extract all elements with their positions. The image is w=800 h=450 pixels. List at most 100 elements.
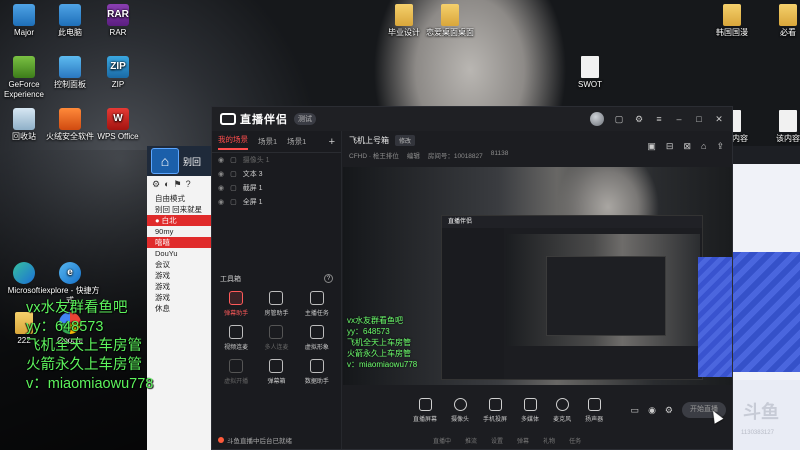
message-icon[interactable]: ▢ <box>614 114 624 125</box>
list-item[interactable]: 游戏 <box>147 281 215 292</box>
visibility-icon[interactable]: ◉ <box>648 405 656 416</box>
maximize-icon[interactable]: □ <box>694 114 704 124</box>
preview-overlay-text: vx水友群看鱼吧 yy：648573 飞机全天上车房管 火箭永久上车房管 v：miaom… <box>347 315 417 370</box>
lock-icon[interactable]: ▢ <box>230 198 237 206</box>
tab-scene[interactable]: 场景1 <box>258 136 277 147</box>
edit-category-link[interactable]: 编辑 <box>407 150 420 160</box>
desktop-icon[interactable]: SWOT <box>558 56 622 90</box>
desktop-icon-label: RAR <box>109 28 127 37</box>
header-action-icon[interactable]: ⌂ <box>701 141 706 152</box>
toolbox-item[interactable]: 数据助手 <box>297 359 337 385</box>
close-icon[interactable]: ✕ <box>714 114 724 125</box>
header-action-icon[interactable]: ▣ <box>647 141 656 152</box>
folder-icon <box>723 4 741 26</box>
home-icon[interactable]: ⌂ <box>151 148 179 174</box>
list-item[interactable]: DouYu <box>147 248 215 259</box>
toolbox-item[interactable]: 房管助手 <box>256 291 296 317</box>
control-label: 手机投屏 <box>483 416 508 423</box>
toolbox-item[interactable]: 多人连麦 <box>256 325 296 351</box>
source-control-button[interactable]: 直播屏幕 <box>413 397 437 423</box>
room-category[interactable]: CFHD · 枪王排位 <box>349 150 399 160</box>
gear-icon[interactable]: ⚙ <box>665 405 673 416</box>
desktop-icon[interactable]: W WPS Office <box>86 108 150 142</box>
source-control-button[interactable]: 扬声器 <box>585 397 603 423</box>
preview-overlay-line: yy：648573 <box>347 327 390 336</box>
desktop-icon[interactable]: 恋爱桌面桌面 <box>418 4 482 38</box>
footer-item[interactable]: 弹幕 <box>517 436 529 445</box>
right-background-window[interactable]: 斗鱼 1130383127 <box>733 146 800 450</box>
stream-preview[interactable]: 直播伴侣 vx水友群看鱼吧 yy：648573 飞机全天上车房管 火箭永久上车房管 v：… <box>343 167 732 385</box>
folder-icon <box>395 4 413 26</box>
list-item[interactable]: 会议 <box>147 259 215 270</box>
list-item[interactable]: 休息 <box>147 303 215 314</box>
desktop-icon[interactable]: RAR RAR <box>86 4 150 38</box>
lock-icon[interactable]: ▢ <box>230 184 237 192</box>
desktop-icon-label: 必看 <box>780 28 796 37</box>
toolbox-item[interactable]: 主播任务 <box>297 291 337 317</box>
left-background-window[interactable]: ⌂ 别回 ⚙ ◐ ⚑? 自由模式 别回 回来就星 ● 白北 90my 嘻嘻 DouYu 会议 游戏… <box>147 146 215 450</box>
header-action-icon[interactable]: ⇪ <box>716 141 724 152</box>
footer-item[interactable]: 直播中 <box>433 436 451 445</box>
add-scene-icon[interactable]: + <box>329 136 335 148</box>
left-window-tool-icon[interactable]: ? <box>186 179 191 190</box>
left-window-header: ⌂ 别回 <box>147 146 215 176</box>
list-item[interactable]: 别回 回来就星 <box>147 204 215 215</box>
footer-item[interactable]: 礼物 <box>543 436 555 445</box>
source-control-button[interactable]: 手机投屏 <box>483 397 508 423</box>
minimize-icon[interactable]: – <box>674 114 684 124</box>
wps-icon: W <box>107 108 129 130</box>
eye-icon[interactable]: ◉ <box>218 156 224 164</box>
control-icon <box>555 397 569 411</box>
source-control-button[interactable]: 麦克风 <box>553 397 571 423</box>
eye-icon[interactable]: ◉ <box>218 184 224 192</box>
list-item[interactable]: 嘻嘻 <box>147 237 215 248</box>
app-main-area: 飞机上号箱 修改 CFHD · 枪王排位 编辑 房间号：10018827 811… <box>343 131 732 449</box>
tool-icon <box>229 325 244 339</box>
left-window-tool-icon[interactable]: ⚑ <box>174 179 182 190</box>
edit-room-button[interactable]: 修改 <box>395 135 416 146</box>
tab-my-scenes[interactable]: 我的场景 <box>218 134 248 150</box>
huorong-icon <box>59 108 81 130</box>
footer-item[interactable]: 任务 <box>569 436 581 445</box>
toolbox-item[interactable]: 弹幕箱 <box>256 359 296 385</box>
source-item[interactable]: ◉ ▢ 文本 3 <box>212 167 341 181</box>
header-action-icon[interactable]: ⊠ <box>683 141 691 152</box>
source-item[interactable]: ◉ ▢ 全屏 1 <box>212 195 341 209</box>
list-item[interactable]: 游戏 <box>147 270 215 281</box>
app-titlebar[interactable]: 直播伴侣 测试 ▢ ⚙ ≡ – □ ✕ <box>212 107 732 131</box>
menu-icon[interactable]: ≡ <box>654 114 664 124</box>
tab-scene-2[interactable]: 场景1 <box>287 136 306 147</box>
list-item[interactable]: 90my <box>147 226 215 237</box>
desktop-icon[interactable]: 韩国国漫 <box>700 4 764 38</box>
footer-item[interactable]: 设置 <box>491 436 503 445</box>
desktop-icon[interactable]: 必看 <box>756 4 800 38</box>
lock-icon[interactable]: ▢ <box>230 170 237 178</box>
eye-icon[interactable]: ◉ <box>218 198 224 206</box>
left-window-tool-icon[interactable]: ⚙ <box>152 179 160 190</box>
footer-item[interactable]: 推流 <box>465 436 477 445</box>
header-action-icon[interactable]: ⊟ <box>666 141 674 152</box>
lock-icon[interactable]: ▢ <box>230 156 237 164</box>
list-item[interactable]: 游戏 <box>147 292 215 303</box>
left-window-tool-icon[interactable]: ◐ <box>164 179 169 190</box>
settings-icon[interactable]: ⚙ <box>634 114 644 125</box>
toolbox-item[interactable]: 虚拟形象 <box>297 325 337 351</box>
toolbox-item[interactable]: 弹幕助手 <box>216 291 256 317</box>
source-item[interactable]: ◉ ▢ 截屏 1 <box>212 181 341 195</box>
overlay-line: 火箭永久上车房管 <box>26 357 142 373</box>
source-item[interactable]: ◉ ▢ 摄像头 1 <box>212 153 341 167</box>
computer-icon <box>59 4 81 26</box>
help-icon[interactable]: ? <box>324 274 333 283</box>
source-control-button[interactable]: 多媒体 <box>521 397 539 423</box>
record-icon[interactable]: ▭ <box>631 405 640 416</box>
desktop-icon[interactable]: ZIP ZIP <box>86 56 150 90</box>
source-control-button[interactable]: 摄像头 <box>451 397 469 423</box>
avatar[interactable] <box>590 112 604 126</box>
list-item[interactable]: ● 白北 <box>147 215 215 226</box>
desktop-icon[interactable]: 该内容 <box>756 110 800 144</box>
eye-icon[interactable]: ◉ <box>218 170 224 178</box>
toolbox-item[interactable]: 虚拟开播 <box>216 359 256 385</box>
list-item[interactable]: 自由模式 <box>147 193 215 204</box>
toolbox-item[interactable]: 视频连麦 <box>216 325 256 351</box>
desktop-icon-label: WPS Office <box>97 132 139 141</box>
